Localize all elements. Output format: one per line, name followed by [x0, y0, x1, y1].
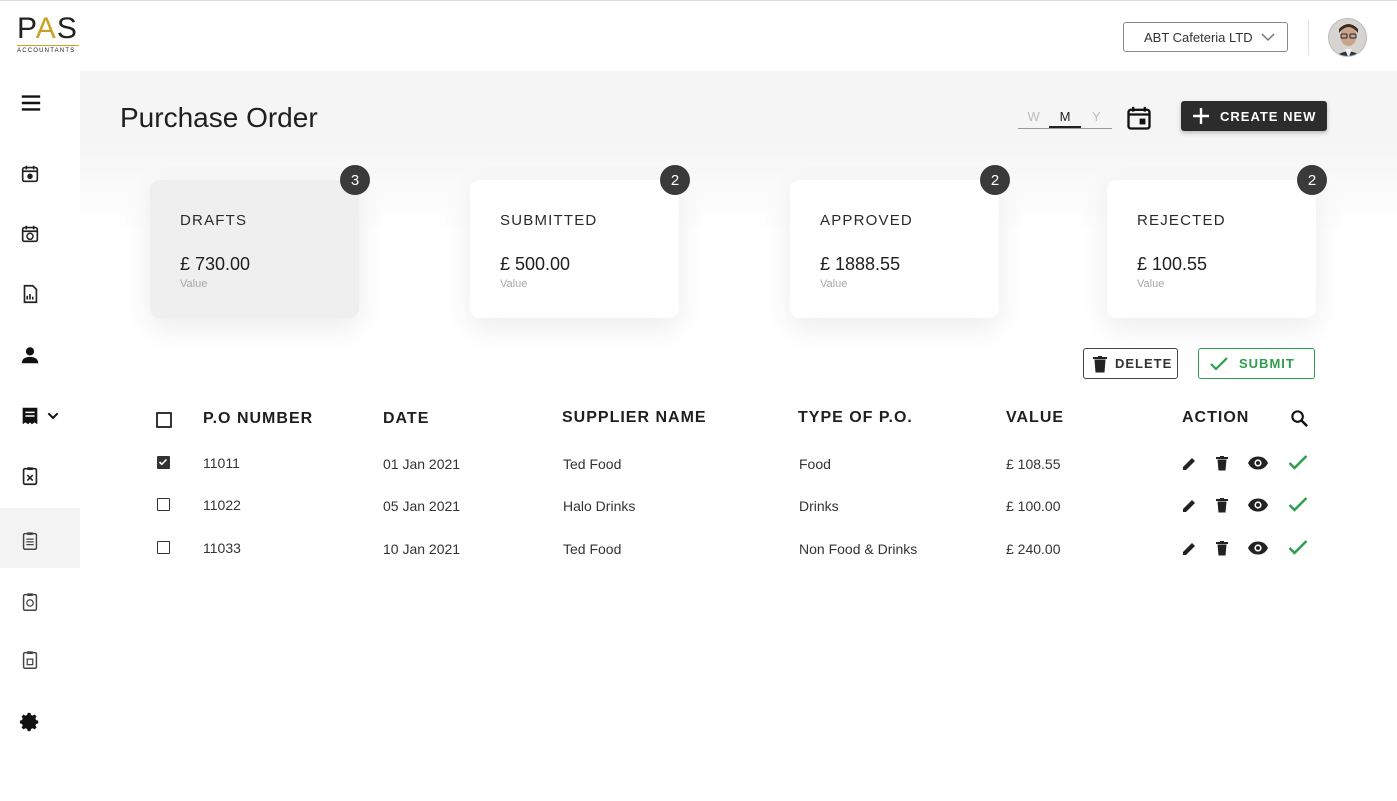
person-icon[interactable]: [17, 342, 43, 368]
value-cell: £ 240.00: [1006, 541, 1061, 557]
calendar-dashboard-icon[interactable]: [17, 161, 43, 187]
column-header-type[interactable]: TYPE OF P.O.: [798, 409, 913, 427]
period-option-week[interactable]: W: [1018, 106, 1049, 128]
type-cell: Food: [799, 456, 831, 472]
card-label: Value: [500, 278, 528, 290]
view-icon[interactable]: [1247, 496, 1269, 514]
card-title: REJECTED: [1137, 212, 1226, 229]
view-icon[interactable]: [1247, 454, 1269, 472]
edit-icon[interactable]: [1180, 540, 1198, 558]
period-option-month[interactable]: M: [1049, 106, 1081, 128]
delete-button[interactable]: DELETE: [1083, 348, 1178, 379]
card-amount: £ 500.00: [500, 254, 571, 274]
report-icon[interactable]: [17, 281, 43, 307]
view-icon[interactable]: [1247, 539, 1269, 557]
page-title: Purchase Order: [120, 102, 318, 133]
edit-icon[interactable]: [1180, 455, 1198, 473]
column-header-date[interactable]: DATE: [383, 410, 429, 428]
approve-icon[interactable]: [1288, 496, 1308, 514]
card-rejected[interactable]: REJECTED £ 100.55 Value: [1107, 180, 1316, 318]
clipboard-doc-icon[interactable]: [17, 647, 43, 673]
po-number-cell[interactable]: 11033: [203, 540, 241, 556]
value-cell: £ 100.00: [1006, 498, 1061, 514]
top-bar: PAS ACCOUNTANTS ABT Cafeteria LTD: [0, 0, 1397, 71]
column-header-value[interactable]: VALUE: [1006, 409, 1064, 427]
count-badge: 2: [660, 165, 690, 195]
approve-icon[interactable]: [1288, 539, 1308, 557]
count-badge: 2: [980, 165, 1010, 195]
calendar-sync-icon[interactable]: [17, 221, 43, 247]
card-amount: £ 730.00: [180, 254, 251, 274]
approve-icon[interactable]: [1288, 454, 1308, 472]
settings-icon[interactable]: [17, 709, 43, 735]
trash-icon: [1093, 355, 1107, 372]
receipt-icon[interactable]: [17, 403, 43, 429]
delete-icon[interactable]: [1213, 454, 1231, 472]
card-title: APPROVED: [820, 212, 913, 229]
card-title: DRAFTS: [180, 212, 248, 229]
row-checkbox[interactable]: [157, 456, 170, 469]
count-badge: 2: [1297, 165, 1327, 195]
card-title: SUBMITTED: [500, 212, 598, 229]
clipboard-list-icon[interactable]: [17, 528, 43, 554]
card-drafts[interactable]: DRAFTS £ 730.00 Value: [150, 180, 359, 318]
sidebar: [0, 71, 80, 801]
submit-button[interactable]: SUBMIT: [1198, 348, 1315, 379]
clipboard-check-icon[interactable]: [17, 589, 43, 615]
supplier-cell: Halo Drinks: [563, 498, 636, 514]
chevron-down-icon: [1261, 33, 1275, 42]
column-header-supplier[interactable]: SUPPLIER NAME: [562, 409, 707, 427]
card-approved[interactable]: APPROVED £ 1888.55 Value: [790, 180, 999, 318]
card-label: Value: [820, 278, 848, 290]
card-label: Value: [180, 278, 208, 290]
column-header-action: ACTION: [1182, 409, 1250, 426]
chevron-down-icon[interactable]: [43, 403, 63, 429]
type-cell: Drinks: [799, 498, 839, 514]
header-divider: [1308, 19, 1309, 55]
edit-icon[interactable]: [1180, 497, 1198, 515]
calendar-icon[interactable]: [1125, 104, 1153, 132]
card-label: Value: [1137, 278, 1165, 290]
po-number-cell[interactable]: 11011: [203, 455, 240, 471]
value-cell: £ 108.55: [1006, 456, 1061, 472]
menu-icon[interactable]: [18, 90, 44, 116]
create-new-label: CREATE NEW: [1220, 108, 1317, 124]
card-amount: £ 100.55: [1137, 254, 1208, 274]
row-checkbox[interactable]: [157, 541, 170, 554]
date-cell: 05 Jan 2021: [383, 498, 461, 514]
column-header-po-number[interactable]: P.O NUMBER: [203, 410, 313, 428]
card-amount: £ 1888.55: [820, 254, 901, 274]
period-option-year[interactable]: Y: [1081, 106, 1112, 128]
po-number-cell[interactable]: 11022: [203, 497, 241, 513]
create-new-button[interactable]: CREATE NEW: [1181, 101, 1327, 131]
supplier-cell: Ted Food: [563, 541, 622, 557]
user-avatar[interactable]: [1328, 18, 1367, 57]
logo-subtitle: ACCOUNTANTS: [17, 48, 76, 54]
select-all-checkbox[interactable]: [156, 412, 172, 428]
delete-icon[interactable]: [1213, 496, 1231, 514]
company-select-value: ABT Cafeteria LTD: [1144, 29, 1253, 45]
plus-icon: [1193, 108, 1209, 124]
search-icon[interactable]: [1290, 409, 1309, 428]
card-submitted[interactable]: SUBMITTED £ 500.00 Value: [470, 180, 679, 318]
supplier-cell: Ted Food: [563, 456, 622, 472]
submit-label: SUBMIT: [1239, 356, 1295, 371]
row-checkbox[interactable]: [157, 498, 170, 511]
company-select[interactable]: ABT Cafeteria LTD: [1123, 22, 1288, 52]
date-cell: 01 Jan 2021: [383, 456, 461, 472]
date-cell: 10 Jan 2021: [383, 541, 461, 557]
type-cell: Non Food & Drinks: [799, 541, 918, 557]
delete-label: DELETE: [1115, 356, 1173, 371]
period-switch[interactable]: W M Y: [1018, 106, 1112, 129]
avatar-image: [1329, 19, 1366, 56]
delete-icon[interactable]: [1213, 539, 1231, 557]
check-icon: [1210, 356, 1228, 371]
count-badge: 3: [340, 165, 370, 195]
company-logo[interactable]: PAS ACCOUNTANTS: [17, 14, 81, 60]
clipboard-icon[interactable]: [17, 463, 43, 489]
